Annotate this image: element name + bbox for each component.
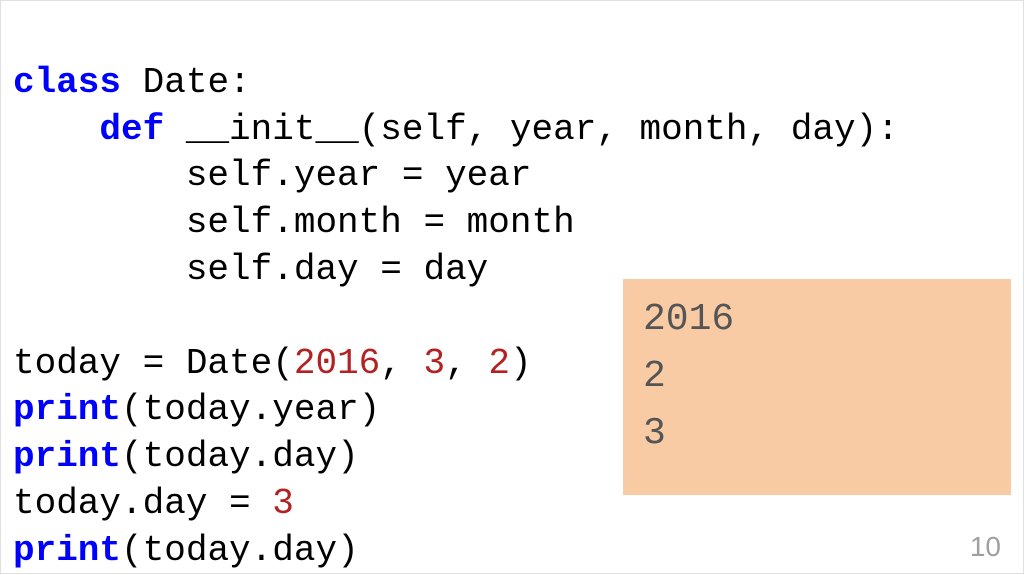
code-line-7: today = Date(2016, 3, 2): [13, 343, 532, 384]
code-line-2: def __init__(self, year, month, day):: [13, 109, 899, 150]
keyword-class: class: [13, 62, 121, 103]
number-literal: 2: [488, 343, 510, 384]
code-line-9: print(today.day): [13, 436, 359, 477]
code-line-5: self.day = day: [13, 249, 488, 290]
code-text: today.day =: [13, 483, 272, 524]
indent: [13, 109, 99, 150]
output-box: 2016 2 3: [623, 279, 1011, 495]
keyword-def: def: [99, 109, 164, 150]
code-text: ,: [445, 343, 488, 384]
code-text: Date:: [121, 62, 251, 103]
output-line-1: 2016: [643, 298, 734, 341]
code-text: today = Date(: [13, 343, 294, 384]
code-line-10: today.day = 3: [13, 483, 294, 524]
output-line-3: 3: [643, 412, 666, 455]
code-line-4: self.month = month: [13, 202, 575, 243]
number-literal: 3: [424, 343, 446, 384]
keyword-print: print: [13, 389, 121, 430]
code-line-11: print(today.day): [13, 530, 359, 571]
code-text: __init__(self, year, month, day):: [164, 109, 899, 150]
number-literal: 3: [272, 483, 294, 524]
code-text: (today.day): [121, 530, 359, 571]
code-line-1: class Date:: [13, 62, 251, 103]
code-text: (today.year): [121, 389, 380, 430]
code-text: ,: [380, 343, 423, 384]
page-number: 10: [970, 531, 1001, 563]
code-text: (today.day): [121, 436, 359, 477]
code-line-3: self.year = year: [13, 155, 531, 196]
number-literal: 2016: [294, 343, 380, 384]
output-line-2: 2: [643, 355, 666, 398]
code-line-8: print(today.year): [13, 389, 380, 430]
keyword-print: print: [13, 530, 121, 571]
keyword-print: print: [13, 436, 121, 477]
code-text: ): [510, 343, 532, 384]
